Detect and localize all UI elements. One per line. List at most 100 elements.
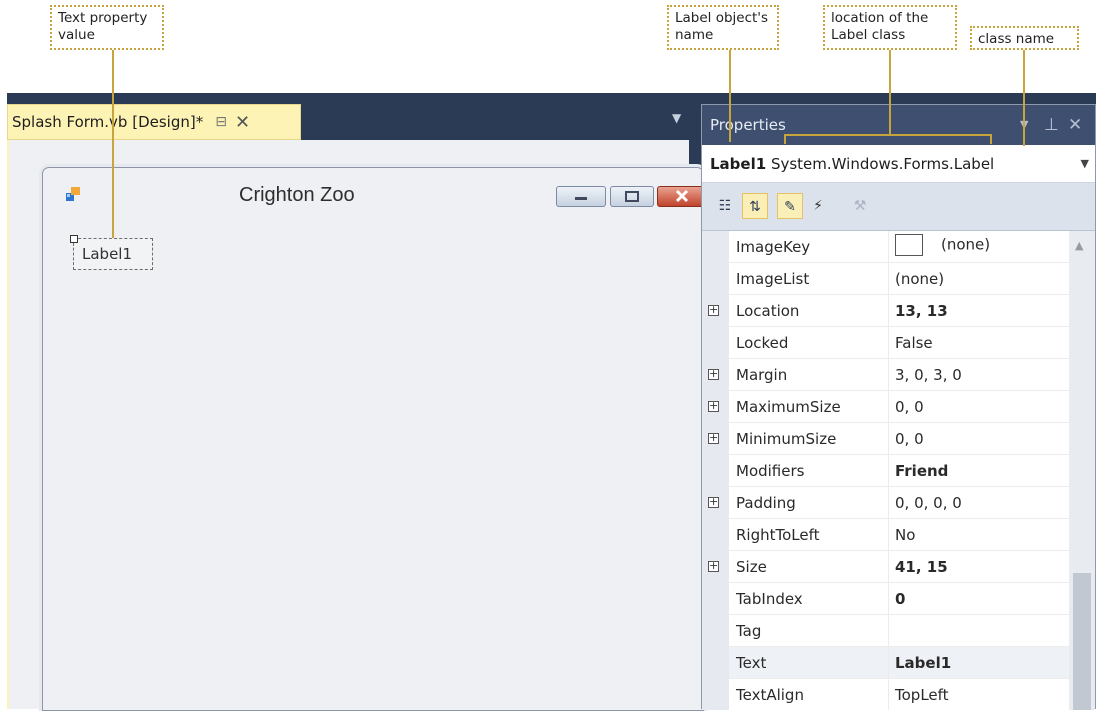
expand-plus-icon[interactable]: + (708, 560, 719, 572)
property-name: TextAlign (736, 686, 804, 704)
leader-line (990, 134, 992, 144)
column-divider (888, 487, 889, 519)
property-row-minimumsize[interactable]: + MinimumSize 0, 0 (702, 423, 1069, 455)
scroll-up-icon[interactable]: ▲ (1075, 239, 1083, 252)
property-row-size[interactable]: + Size 41, 15 (702, 551, 1069, 583)
leader-line (784, 134, 786, 144)
property-row-imagekey[interactable]: ImageKey (none) (702, 231, 1069, 263)
property-row-padding[interactable]: + Padding 0, 0, 0, 0 (702, 487, 1069, 519)
object-selector[interactable]: Label1 System.Windows.Forms.Label ▼ (702, 145, 1095, 183)
column-divider (888, 583, 889, 615)
property-row-maximumsize[interactable]: + MaximumSize 0, 0 (702, 391, 1069, 423)
leader-line (1023, 50, 1025, 146)
column-divider (888, 455, 889, 487)
expand-plus-icon[interactable]: + (708, 400, 719, 412)
close-properties-icon[interactable]: ✕ (1068, 105, 1082, 145)
property-value[interactable]: (none) (895, 234, 990, 256)
expand-plus-icon[interactable]: + (708, 304, 719, 316)
column-divider (888, 423, 889, 455)
property-value[interactable]: Friend (895, 462, 948, 480)
events-lightning-icon[interactable]: ⚡ (805, 193, 831, 219)
row-gutter (702, 327, 729, 359)
leader-line (889, 50, 891, 135)
property-pages-wrench-icon[interactable]: ⚒ (847, 193, 873, 219)
auto-hide-pin-icon[interactable]: ⊥ (1044, 105, 1059, 145)
expand-plus-icon[interactable]: + (708, 432, 719, 444)
callout-class-name: class name (970, 26, 1079, 50)
form-titlebar: Crighton Zoo (43, 168, 703, 218)
property-value[interactable]: 3, 0, 3, 0 (895, 366, 962, 384)
property-value-text: (none) (941, 235, 991, 254)
label1-control[interactable]: Label1 (70, 235, 153, 270)
close-icon (675, 189, 689, 203)
pin-icon[interactable]: ⊟ (215, 114, 227, 130)
property-row-imagelist[interactable]: ImageList (none) (702, 263, 1069, 295)
property-value[interactable]: False (895, 334, 933, 352)
properties-view-icon[interactable]: ✎ (777, 193, 803, 219)
form-title: Crighton Zoo (239, 184, 355, 206)
properties-title: Properties (710, 116, 786, 134)
property-value[interactable]: 41, 15 (895, 558, 948, 576)
callout-label-object-name: Label object's name (667, 5, 779, 50)
expand-plus-icon[interactable]: + (708, 496, 719, 508)
property-name: Locked (736, 334, 789, 352)
properties-toolbar: ☷ ⇅ ✎ ⚡ ⚒ (702, 183, 1095, 231)
property-row-text[interactable]: Text Label1 (702, 647, 1069, 679)
scroll-thumb[interactable] (1073, 573, 1091, 710)
tab-splash-form-design[interactable]: Splash Form.vb [Design]* ⊟ ✕ (7, 104, 301, 140)
column-divider (888, 615, 889, 647)
close-button[interactable] (657, 186, 703, 207)
properties-window: Properties ▼ ⊥ ✕ Label1 System.Windows.F… (701, 104, 1096, 710)
property-value[interactable]: TopLeft (895, 686, 949, 704)
chevron-down-icon[interactable]: ▼ (1081, 145, 1089, 183)
property-row-modifiers[interactable]: Modifiers Friend (702, 455, 1069, 487)
property-row-location[interactable]: + Location 13, 13 (702, 295, 1069, 327)
column-divider (888, 391, 889, 423)
selection-handle[interactable] (70, 235, 78, 243)
property-name: RightToLeft (736, 526, 820, 544)
property-grid: ImageKey (none) ImageList (none) + Location 13… (702, 231, 1069, 710)
close-tab-icon[interactable]: ✕ (235, 112, 250, 133)
image-preview-swatch (895, 234, 923, 256)
property-name: ImageKey (736, 238, 811, 256)
property-value[interactable]: Label1 (895, 654, 951, 672)
property-value[interactable]: No (895, 526, 915, 544)
property-value[interactable]: 0, 0 (895, 398, 924, 416)
property-row-righttoleft[interactable]: RightToLeft No (702, 519, 1069, 551)
row-gutter (702, 647, 729, 679)
row-gutter (702, 615, 729, 647)
property-row-tag[interactable]: Tag (702, 615, 1069, 647)
column-divider (888, 327, 889, 359)
property-value[interactable]: 0 (895, 590, 905, 608)
property-name: MaximumSize (736, 398, 841, 416)
property-row-textalign[interactable]: TextAlign TopLeft (702, 679, 1069, 710)
property-value[interactable]: 0, 0 (895, 430, 924, 448)
column-divider (888, 551, 889, 583)
property-grid-scrollbar[interactable]: ▲ (1069, 231, 1095, 710)
categorized-icon[interactable]: ☷ (712, 193, 738, 219)
leader-line (729, 50, 731, 142)
row-gutter (702, 583, 729, 615)
callout-text-property-value: Text property value (50, 5, 164, 50)
property-row-tabindex[interactable]: TabIndex 0 (702, 583, 1069, 615)
maximize-button[interactable] (610, 186, 654, 207)
property-value[interactable]: (none) (895, 270, 944, 288)
property-name: MinimumSize (736, 430, 837, 448)
alphabetical-icon[interactable]: ⇅ (742, 193, 768, 219)
expand-plus-icon[interactable]: + (708, 368, 719, 380)
tab-list-dropdown-icon[interactable]: ▼ (672, 111, 681, 125)
property-row-locked[interactable]: Locked False (702, 327, 1069, 359)
property-name: Size (736, 558, 767, 576)
property-name: Tag (736, 622, 762, 640)
property-value[interactable]: 0, 0, 0, 0 (895, 494, 962, 512)
row-gutter (702, 679, 729, 710)
minimize-button[interactable] (556, 186, 606, 207)
property-value[interactable]: 13, 13 (895, 302, 948, 320)
column-divider (888, 519, 889, 551)
column-divider (888, 263, 889, 295)
column-divider (888, 359, 889, 391)
column-divider (888, 647, 889, 679)
property-row-margin[interactable]: + Margin 3, 0, 3, 0 (702, 359, 1069, 391)
property-name: Text (736, 654, 767, 672)
row-gutter (702, 519, 729, 551)
